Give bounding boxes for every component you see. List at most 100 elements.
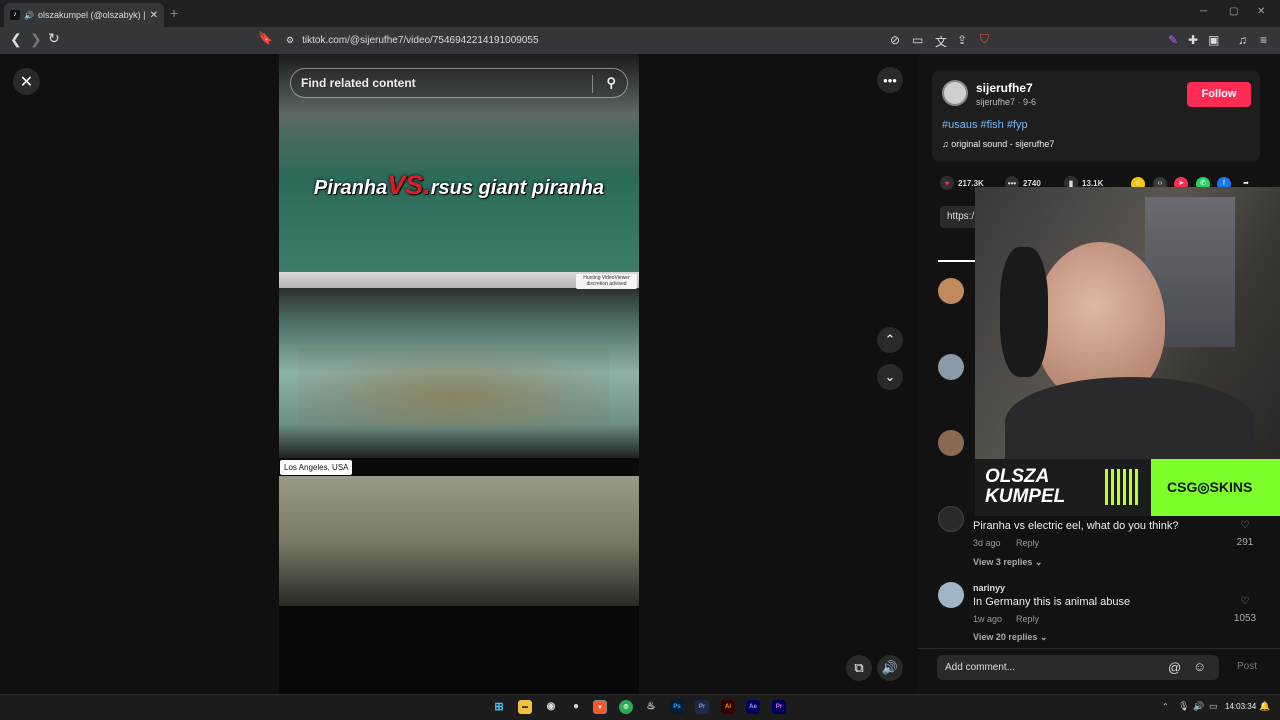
comment-like-icon[interactable]: ♡ [1230, 520, 1260, 531]
post-hashtags[interactable]: #usaus #fish #fyp [942, 119, 1028, 131]
browser-tab-bar [0, 0, 1280, 27]
tray-app-icon[interactable]: ● [569, 700, 583, 714]
miniplayer-icon[interactable]: ⧉ [846, 655, 872, 681]
start-icon[interactable]: ⊞ [492, 700, 506, 714]
premiere-icon[interactable]: Pr [772, 700, 786, 714]
taskbar-clock[interactable]: 14:03:34 [1225, 702, 1256, 711]
media-icon[interactable]: ♫ [1238, 33, 1247, 47]
webcam-overlay: OLSZA KUMPEL CSG◎SKINS [975, 187, 1280, 516]
related-search-input[interactable]: Find related content ⚲ [290, 68, 628, 98]
hunting-warning-label: Hunting VideoViewer discretion advised [576, 274, 637, 289]
view-replies-label: View 20 replies [973, 632, 1038, 642]
qr-code-icon [1105, 469, 1141, 505]
comment-avatar[interactable] [938, 506, 964, 532]
site-info-icon[interactable]: ⚙ [286, 35, 294, 46]
caption-part2: rsus giant piranha [430, 177, 605, 199]
tab-title: olszakumpel (@olszabyk) | Ti [37, 10, 146, 20]
maximize-icon[interactable]: ▢ [1229, 6, 1238, 17]
location-badge[interactable]: Los Angeles, USA [280, 460, 353, 475]
microphone-icon[interactable]: 🎙 [1178, 701, 1189, 712]
comment-like-count: 291 [1236, 537, 1254, 548]
view-replies-link[interactable]: View 3 replies ⌄ [973, 557, 1042, 568]
view-replies-label: View 3 replies [973, 557, 1033, 567]
chevron-down-icon: ⌄ [1039, 632, 1048, 642]
brave-shield-icon[interactable]: ⛉ [980, 32, 989, 47]
sound-label: original sound - sijerufhe7 [951, 139, 1055, 149]
video-frame-black [279, 606, 639, 694]
menu-icon[interactable]: ≡ [1260, 33, 1267, 47]
speaker-icon[interactable]: 🔊 [24, 11, 34, 20]
aquarium-image [279, 288, 639, 458]
search-icon[interactable]: ⚲ [606, 75, 616, 91]
emoji-icon[interactable]: ☺ [1193, 659, 1206, 674]
streamer-shoulders [1005, 377, 1255, 467]
volume-icon[interactable]: 🔊 [877, 655, 903, 681]
olsza-kumpel-logo: OLSZA KUMPEL [975, 459, 1151, 516]
illustrator-icon[interactable]: Ai [721, 700, 735, 714]
mention-icon[interactable]: @ [1168, 660, 1181, 675]
comment-author[interactable]: narinyy [973, 583, 1005, 593]
tiktok-favicon-icon: ♪ [10, 10, 20, 20]
reload-icon[interactable]: ↻ [48, 30, 60, 47]
url-text: tiktok.com/@sijerufhe7/video/75469422141… [302, 35, 539, 46]
browser-tab[interactable]: ♪ 🔊 olszakumpel (@olszabyk) | Ti ✕ [4, 3, 164, 27]
comment-text: Piranha vs electric eel, what do you thi… [973, 520, 1179, 532]
brave-browser-icon[interactable]: ▼ [593, 700, 607, 714]
next-video-icon[interactable]: ⌄ [877, 364, 903, 390]
caption-vs: VS. [387, 170, 431, 200]
comment-like-icon[interactable]: ♡ [1230, 596, 1260, 607]
author-avatar[interactable] [942, 80, 968, 106]
comment-age: 3d ago [973, 538, 1001, 548]
minimize-icon[interactable]: ─ [1200, 6, 1207, 17]
previous-video-icon[interactable]: ⌃ [877, 327, 903, 353]
photoshop-icon[interactable]: Ps [670, 700, 684, 714]
after-effects-icon[interactable]: Ae [746, 700, 760, 714]
comment-avatar[interactable] [938, 278, 964, 304]
comment-like-count: 1053 [1233, 613, 1257, 624]
brand-right-text: CSG◎SKINS [1167, 479, 1253, 495]
caption-part1: Piranha [313, 177, 388, 199]
steam-icon[interactable]: ♨ [644, 700, 658, 714]
headphone-left [1000, 247, 1048, 377]
music-note-icon: ♫ [942, 139, 949, 149]
back-icon[interactable]: ❮ [10, 31, 22, 48]
brand-left-text: OLSZA KUMPEL [985, 466, 1066, 507]
leo-ai-icon[interactable]: ✎ [1168, 33, 1178, 47]
window-close-icon[interactable]: ✕ [1257, 6, 1265, 17]
network-icon[interactable]: ▭ [1209, 701, 1218, 712]
comment-avatar[interactable] [938, 582, 964, 608]
comment-avatar[interactable] [938, 354, 964, 380]
video-player[interactable] [279, 54, 639, 694]
chrome-icon[interactable]: ◎ [619, 700, 633, 714]
notification-bell-icon[interactable]: 🔔 [1259, 701, 1270, 712]
author-detail: sijerufhe7 · 9-6 [976, 97, 1037, 107]
comment-avatar[interactable] [938, 430, 964, 456]
no-tracking-icon[interactable]: ⊘ [890, 33, 900, 47]
obs-icon[interactable]: ◉ [544, 700, 558, 714]
follow-button[interactable]: Follow [1187, 82, 1251, 107]
view-replies-link[interactable]: View 20 replies ⌄ [973, 632, 1047, 643]
translate-icon[interactable]: 文 [935, 33, 947, 50]
post-sound[interactable]: ♫ original sound - sijerufhe7 [942, 139, 1054, 149]
forward-icon[interactable]: ❯ [30, 31, 42, 48]
more-options-icon[interactable]: ••• [877, 67, 903, 93]
bookmark-icon[interactable]: 🔖 [258, 31, 273, 45]
share-icon[interactable]: ⇪ [957, 33, 967, 47]
tray-overflow-icon[interactable]: ⌃ [1162, 702, 1169, 711]
new-tab-button[interactable]: + [170, 5, 178, 21]
wallet-icon[interactable]: ▣ [1208, 33, 1219, 47]
video-caption: PiranhaVS.rsus giant piranha [280, 170, 638, 201]
speaker-tray-icon[interactable]: 🔊 [1193, 701, 1204, 712]
file-explorer-icon[interactable]: ▬ [518, 700, 532, 714]
post-comment-button[interactable]: Post [1237, 661, 1257, 672]
extensions-icon[interactable]: ✚ [1188, 33, 1198, 47]
comments-tab-indicator [938, 260, 978, 262]
tab-close-icon[interactable]: ✕ [150, 10, 158, 21]
reply-link[interactable]: Reply [1016, 614, 1039, 624]
author-username[interactable]: sijerufhe7 [976, 81, 1033, 95]
cast-icon[interactable]: ▭ [912, 33, 923, 47]
search-divider [592, 75, 593, 93]
app-icon[interactable]: Pr [695, 700, 709, 714]
reply-link[interactable]: Reply [1016, 538, 1039, 548]
close-video-button[interactable]: ✕ [13, 68, 40, 95]
